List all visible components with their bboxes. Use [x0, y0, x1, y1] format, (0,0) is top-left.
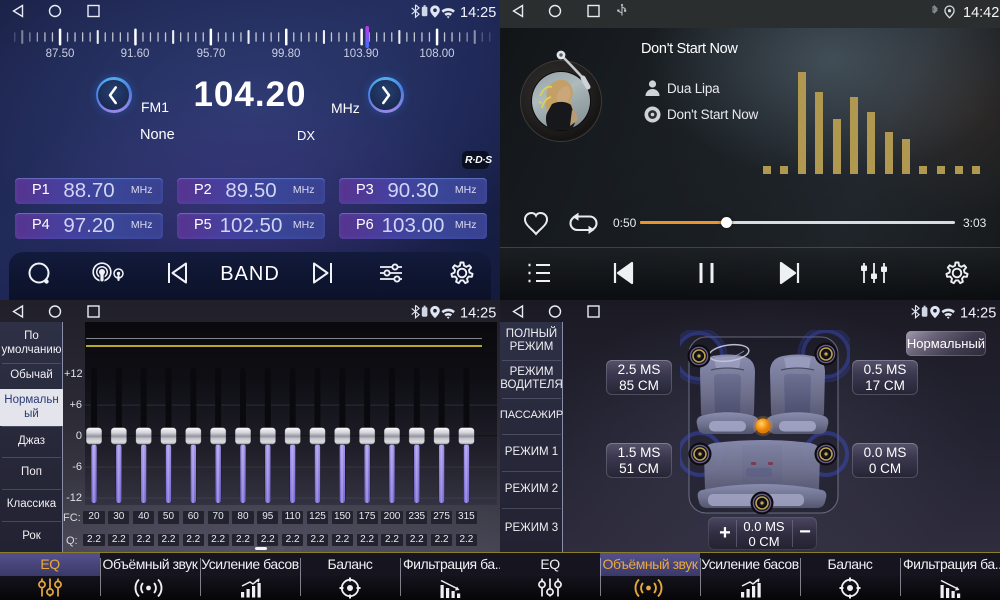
- svg-text:14:42: 14:42: [963, 5, 999, 21]
- svg-text:BAND: BAND: [220, 263, 280, 285]
- svg-text:14:25: 14:25: [460, 5, 496, 21]
- svg-text:14:25: 14:25: [460, 306, 496, 322]
- svg-text:14:25: 14:25: [960, 306, 996, 322]
